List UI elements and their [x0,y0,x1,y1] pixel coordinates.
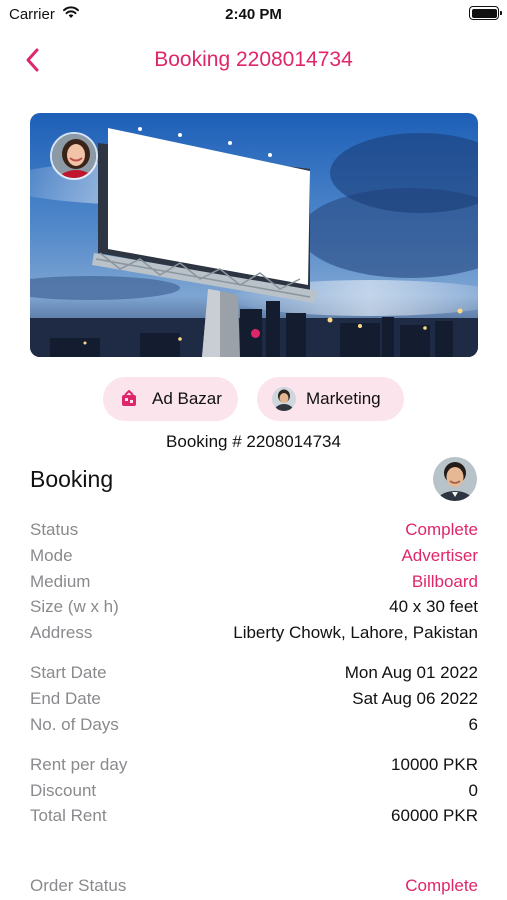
carousel-indicator [251,329,260,338]
ad-bazar-logo-icon [120,389,138,408]
rent-per-day-label: Rent per day [30,755,128,774]
navigation-bar: Booking 2208014734 [0,40,507,80]
end-date-row: End Date Sat Aug 06 2022 [30,689,478,711]
address-row: Address Liberty Chowk, Lahore, Pakistan [30,623,478,645]
order-status-label: Order Status [30,876,127,895]
end-date-value: Sat Aug 06 2022 [352,689,478,708]
marketing-label: Marketing [306,389,381,408]
mode-row: Mode Advertiser [30,546,478,568]
status-row: Status Complete [30,520,478,542]
status-bar: Carrier 2:40 PM [0,0,507,28]
billboard-image[interactable] [30,113,478,357]
discount-row: Discount 0 [30,781,478,803]
days-label: No. of Days [30,715,119,734]
total-rent-value: 60000 PKR [391,806,478,825]
days-row: No. of Days 6 [30,715,478,737]
client-avatar[interactable] [433,457,477,501]
address-label: Address [30,623,93,642]
medium-value: Billboard [411,572,478,591]
order-status-row: Order Status Complete [30,876,478,898]
tag-chips: Ad Bazar Marketing [0,377,507,421]
total-rent-row: Total Rent 60000 PKR [30,806,478,828]
medium-row: Medium Billboard [30,572,478,594]
owner-avatar[interactable] [50,132,98,180]
mode-label: Mode [30,546,73,565]
page-title: Booking 2208014734 [154,48,353,71]
size-row: Size (w x h) 40 x 30 feet [30,597,478,619]
discount-value: 0 [468,781,478,800]
section-title: Booking [30,466,114,492]
man-portrait-icon [433,457,477,501]
start-date-row: Start Date Mon Aug 01 2022 [30,663,478,685]
marketing-chip[interactable]: Marketing [257,377,404,421]
rent-per-day-row: Rent per day 10000 PKR [30,755,478,777]
address-value: Liberty Chowk, Lahore, Pakistan [233,623,478,642]
start-date-value: Mon Aug 01 2022 [344,663,478,682]
days-value: 6 [468,715,478,734]
status-value: Complete [405,520,478,539]
mode-value: Advertiser [401,546,478,565]
rent-per-day-value: 10000 PKR [391,755,478,774]
clock: 2:40 PM [225,6,282,23]
size-label: Size (w x h) [30,597,119,616]
marketing-avatar-icon [272,387,296,411]
size-value: 40 x 30 feet [389,597,478,616]
end-date-label: End Date [30,689,101,708]
booking-number: Booking # 2208014734 [166,432,341,451]
battery-icon [469,6,502,20]
discount-label: Discount [30,781,97,800]
start-date-label: Start Date [30,663,107,682]
status-label: Status [30,520,79,539]
total-rent-label: Total Rent [30,806,107,825]
medium-label: Medium [30,572,91,591]
order-status-value: Complete [405,876,478,895]
ad-bazar-label: Ad Bazar [152,389,222,408]
ad-bazar-chip[interactable]: Ad Bazar [103,377,238,421]
